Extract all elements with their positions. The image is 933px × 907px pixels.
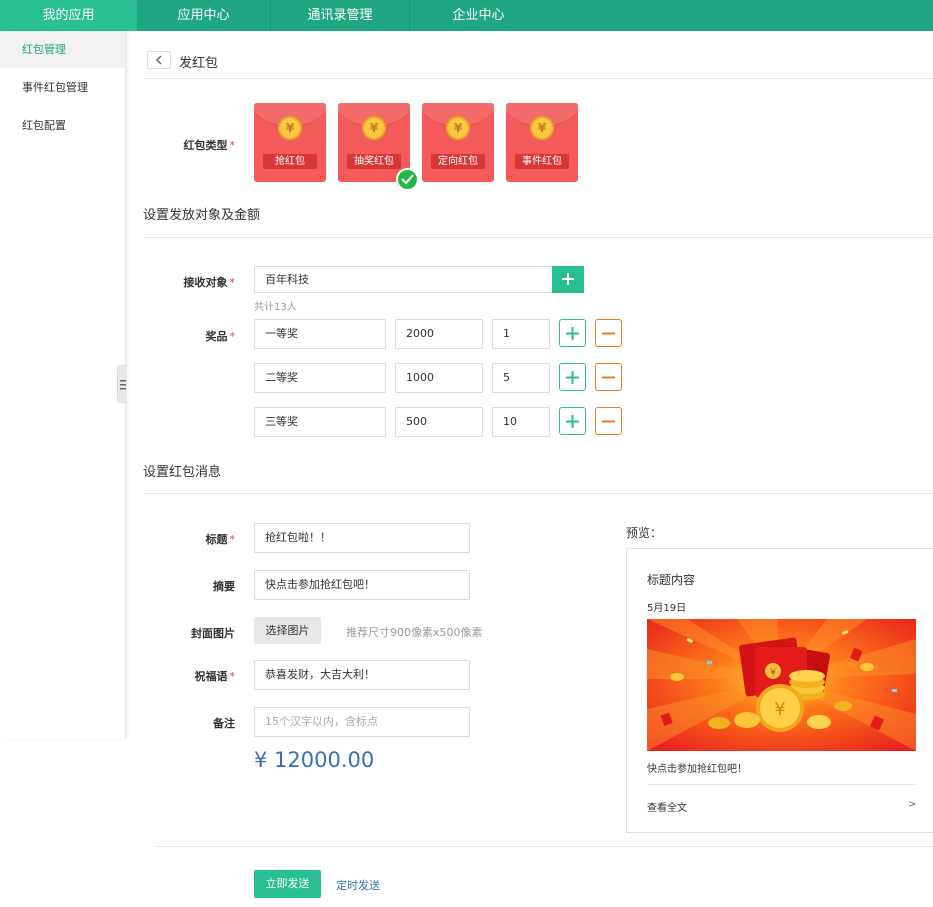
- remove-prize-button[interactable]: [595, 407, 622, 435]
- page-title: 发红包: [179, 56, 219, 71]
- add-receiver-button[interactable]: [552, 266, 584, 293]
- total-amount: ¥ 12000.00: [254, 748, 375, 772]
- sidebar-item-event-packet-manage[interactable]: 事件红包管理: [0, 69, 125, 106]
- preview-card: 标题内容 5月19日 ¥ ¥ 快点击参加抢红包吧！ 查看全文 >: [626, 548, 933, 833]
- cover-hint: 推荐尺寸900像素x500像素: [346, 626, 483, 639]
- minus-icon: [602, 332, 615, 335]
- back-button[interactable]: [147, 51, 171, 69]
- top-nav: 我的应用 应用中心 通讯录管理 企业中心: [0, 0, 933, 31]
- svg-text:¥: ¥: [770, 668, 776, 678]
- coin-icon: ¥: [362, 116, 386, 140]
- plus-icon: [566, 415, 579, 428]
- packet-type-label: 红包类型 *: [183, 139, 236, 152]
- preview-cover-image: ¥ ¥: [647, 619, 916, 751]
- coin-icon: ¥: [278, 116, 302, 140]
- prize-name-input[interactable]: 三等奖: [254, 407, 386, 437]
- receiver-count: 共计13人: [254, 302, 297, 313]
- sidebar-item-packet-manage[interactable]: 红包管理: [0, 31, 125, 68]
- preview-label: 预览：: [626, 526, 663, 540]
- prize-amount-input[interactable]: 1000: [395, 363, 483, 393]
- packet-type-grab[interactable]: ¥ 抢红包: [254, 103, 326, 182]
- packet-type-name: 抽奖红包: [347, 154, 401, 169]
- footer-divider: [155, 846, 933, 847]
- prize-amount-input[interactable]: 2000: [395, 319, 483, 349]
- prize-count-input[interactable]: 10: [492, 407, 550, 437]
- prize-name-input[interactable]: 一等奖: [254, 319, 386, 349]
- prize-name-input[interactable]: 二等奖: [254, 363, 386, 393]
- add-prize-button[interactable]: [559, 319, 586, 347]
- packet-type-name: 抢红包: [263, 154, 317, 169]
- svg-text:¥: ¥: [774, 699, 785, 720]
- packet-type-directed[interactable]: ¥ 定向红包: [422, 103, 494, 182]
- prize-count-input[interactable]: 1: [492, 319, 550, 349]
- add-prize-button[interactable]: [559, 363, 586, 391]
- chevron-left-icon: [155, 55, 162, 65]
- minus-icon: [602, 420, 615, 423]
- receiver-label: 接收对象 *: [183, 276, 236, 289]
- prize-amount-input[interactable]: 500: [395, 407, 483, 437]
- header-divider: [143, 78, 933, 79]
- scheduled-send-link[interactable]: 定时发送: [336, 877, 380, 893]
- summary-input[interactable]: 快点击参加抢红包吧！: [254, 570, 470, 600]
- section-title-target: 设置发放对象及金额: [143, 208, 261, 223]
- cover-label: 封面图片: [191, 627, 235, 640]
- coin-icon: ¥: [530, 116, 554, 140]
- choose-image-button[interactable]: 选择图片: [254, 617, 321, 644]
- receiver-input[interactable]: 百年科技: [254, 266, 553, 293]
- preview-read-more-link[interactable]: 查看全文: [647, 799, 687, 814]
- preview-date: 5月19日: [647, 603, 687, 614]
- sidebar-collapse-handle[interactable]: [117, 365, 127, 403]
- title-label: 标题 *: [205, 533, 236, 546]
- remove-prize-button[interactable]: [595, 363, 622, 391]
- plus-icon: [566, 371, 579, 384]
- title-input[interactable]: 抢红包啦！！: [254, 523, 470, 553]
- remark-input[interactable]: 15个汉字以内，含标点: [254, 707, 470, 737]
- minus-icon: [602, 376, 615, 379]
- section-divider: [143, 237, 933, 238]
- packet-type-name: 事件红包: [515, 154, 569, 169]
- summary-label: 摘要: [213, 580, 235, 593]
- coin-icon: ¥: [446, 116, 470, 140]
- tab-app-center[interactable]: 应用中心: [137, 0, 270, 31]
- remark-label: 备注: [213, 717, 235, 730]
- tab-contacts[interactable]: 通讯录管理: [271, 0, 409, 31]
- sidebar-item-packet-config[interactable]: 红包配置: [0, 107, 125, 144]
- prize-count-input[interactable]: 5: [492, 363, 550, 393]
- remove-prize-button[interactable]: [595, 319, 622, 347]
- prize-label: 奖品 *: [205, 330, 236, 343]
- sidebar: 红包管理 事件红包管理 红包配置: [0, 31, 126, 739]
- chevron-right-icon[interactable]: >: [908, 799, 916, 810]
- preview-description: 快点击参加抢红包吧！: [647, 764, 747, 775]
- tab-enterprise[interactable]: 企业中心: [410, 0, 547, 31]
- plus-icon: [562, 273, 574, 285]
- packet-type-name: 定向红包: [431, 154, 485, 169]
- add-prize-button[interactable]: [559, 407, 586, 435]
- plus-icon: [566, 327, 579, 340]
- section-title-message: 设置红包消息: [143, 465, 222, 480]
- selected-check-icon: [396, 168, 419, 191]
- section-divider: [143, 493, 933, 494]
- tab-my-apps[interactable]: 我的应用: [0, 0, 137, 31]
- blessing-input[interactable]: 恭喜发财，大吉大利！: [254, 660, 470, 690]
- packet-type-event[interactable]: ¥ 事件红包: [506, 103, 578, 182]
- preview-divider: [647, 784, 915, 785]
- menu-icon: [120, 380, 126, 390]
- preview-title: 标题内容: [647, 573, 696, 587]
- blessing-label: 祝福语 *: [194, 670, 236, 683]
- send-now-button[interactable]: 立即发送: [254, 870, 321, 898]
